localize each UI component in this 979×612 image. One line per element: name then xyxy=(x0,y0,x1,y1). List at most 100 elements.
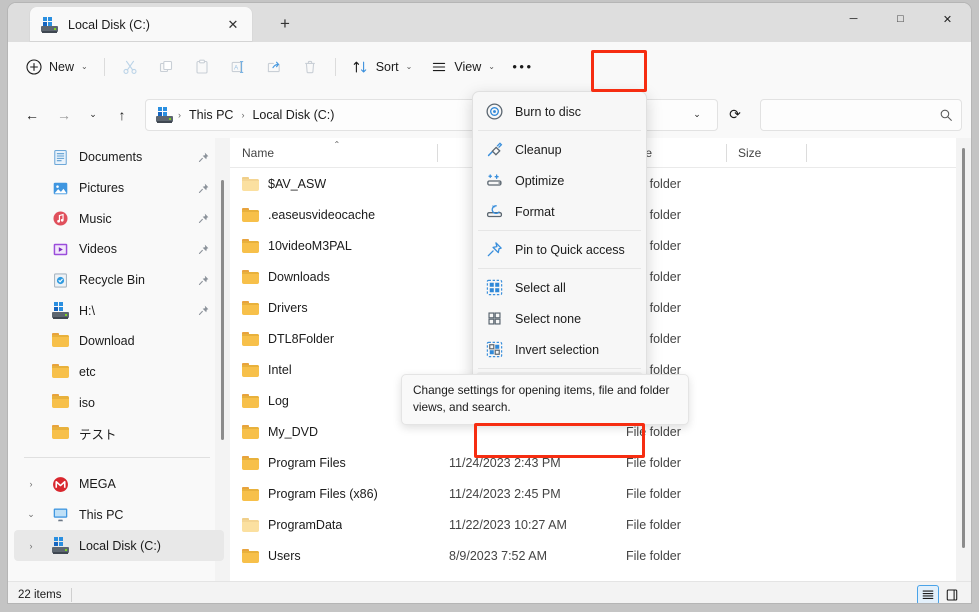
sort-button-label: Sort xyxy=(376,60,399,74)
sidebar-item-etc[interactable]: etc xyxy=(14,357,224,388)
chevron-icon[interactable]: › xyxy=(24,541,38,551)
table-row[interactable]: ProgramData 11/22/2023 10:27 AM File fol… xyxy=(230,509,971,540)
drive-icon xyxy=(52,537,69,554)
sidebar-item-recycle-bin[interactable]: Recycle Bin xyxy=(14,265,224,296)
folder-icon xyxy=(242,487,259,501)
sidebar-item-iso[interactable]: iso xyxy=(14,388,224,419)
drive-icon xyxy=(156,107,174,123)
pin-icon[interactable] xyxy=(197,304,210,317)
menu-item-label: Burn to disc xyxy=(515,105,581,119)
delete-button[interactable] xyxy=(292,51,328,83)
pin-icon[interactable] xyxy=(197,274,210,287)
sidebar-item-label: テスト xyxy=(79,424,117,443)
file-name-cell: Program Files (x86) xyxy=(230,487,437,501)
column-header-name-label: Name xyxy=(242,146,274,160)
menu-item-label: Optimize xyxy=(515,174,564,188)
details-view-icon[interactable] xyxy=(917,585,939,604)
minimize-button[interactable]: ─ xyxy=(830,3,877,35)
file-name-cell: .easeusvideocache xyxy=(230,208,437,222)
menu-item-select-all[interactable]: Select all xyxy=(476,272,643,303)
file-name-cell: ProgramData xyxy=(230,518,437,532)
chevron-icon[interactable]: › xyxy=(24,479,38,489)
chevron-down-icon: ⌄ xyxy=(488,62,495,71)
sidebar-item-music[interactable]: Music xyxy=(14,203,224,234)
file-type-cell: File folder xyxy=(614,518,726,532)
new-tab-button[interactable]: + xyxy=(270,11,300,37)
file-name-label: Program Files xyxy=(268,456,346,470)
table-row[interactable]: Program Files (x86) 11/24/2023 2:45 PM F… xyxy=(230,478,971,509)
new-button[interactable]: New ⌄ xyxy=(16,51,97,83)
copy-button[interactable] xyxy=(148,51,184,83)
rename-button[interactable]: A xyxy=(220,51,256,83)
sidebar-item-documents[interactable]: Documents xyxy=(14,142,224,173)
file-name-label: Users xyxy=(268,549,301,563)
sidebar-item-pictures[interactable]: Pictures xyxy=(14,173,224,204)
pin-icon[interactable] xyxy=(197,151,210,164)
file-type-cell: File folder xyxy=(614,549,726,563)
pin-icon xyxy=(485,240,504,259)
cleanup-brush-icon xyxy=(485,140,504,159)
forward-button[interactable]: → xyxy=(49,100,79,130)
sort-button[interactable]: Sort ⌄ xyxy=(343,51,422,83)
back-button[interactable]: ← xyxy=(17,100,47,130)
share-button[interactable] xyxy=(256,51,292,83)
preview-pane-icon[interactable] xyxy=(941,585,963,604)
breadcrumb-item-this-pc[interactable]: This PC xyxy=(183,105,239,125)
close-icon[interactable]: ✕ xyxy=(222,14,244,36)
sidebar-item-h[interactable]: H:\ xyxy=(14,295,224,326)
see-more-button[interactable]: ••• xyxy=(504,51,542,83)
optimize-icon xyxy=(485,171,504,190)
search-icon[interactable] xyxy=(939,108,953,122)
maximize-button[interactable]: □ xyxy=(877,3,924,35)
folder-icon xyxy=(52,364,69,381)
view-button[interactable]: View ⌄ xyxy=(421,51,504,83)
column-header-size[interactable]: Size xyxy=(726,138,806,168)
menu-divider xyxy=(478,130,641,131)
recent-locations-button[interactable]: ⌄ xyxy=(81,100,105,130)
column-header-blank[interactable] xyxy=(806,138,886,168)
folder-icon xyxy=(242,332,259,346)
close-window-button[interactable]: ✕ xyxy=(924,3,971,35)
search-box[interactable] xyxy=(760,99,962,131)
file-name-label: .easeusvideocache xyxy=(268,208,375,222)
menu-item-invert-selection[interactable]: Invert selection xyxy=(476,334,643,365)
table-row[interactable]: Program Files 11/24/2023 2:43 PM File fo… xyxy=(230,447,971,478)
file-explorer-window: Local Disk (C:) ✕ + ─ □ ✕ New ⌄ xyxy=(8,3,971,603)
column-header-name[interactable]: Name ⌃ xyxy=(230,138,437,168)
sidebar-scrollbar[interactable] xyxy=(219,180,226,440)
breadcrumb-dropdown-button[interactable]: ⌄ xyxy=(685,100,709,130)
menu-item-burn-to-disc[interactable]: Burn to disc xyxy=(476,96,643,127)
menu-item-format[interactable]: Format xyxy=(476,196,643,227)
menu-item-cleanup[interactable]: Cleanup xyxy=(476,134,643,165)
folder-icon xyxy=(242,301,259,315)
pin-icon[interactable] xyxy=(197,212,210,225)
cut-button[interactable] xyxy=(112,51,148,83)
sidebar-scrollbar-thumb[interactable] xyxy=(221,180,224,440)
file-list-scrollbar-thumb[interactable] xyxy=(962,148,965,548)
breadcrumb-item-local-disk[interactable]: Local Disk (C:) xyxy=(246,105,340,125)
search-input[interactable] xyxy=(769,108,939,122)
menu-item-optimize[interactable]: Optimize xyxy=(476,165,643,196)
new-button-label: New xyxy=(49,60,74,74)
file-type-cell: File folder xyxy=(614,425,726,439)
menu-item-select-none[interactable]: Select none xyxy=(476,303,643,334)
sidebar-item-videos[interactable]: Videos xyxy=(14,234,224,265)
sidebar-item-mega[interactable]: › MEGA xyxy=(14,469,224,500)
browser-tab-local-disk[interactable]: Local Disk (C:) ✕ xyxy=(30,7,252,42)
sidebar-item-download[interactable]: Download xyxy=(14,326,224,357)
menu-divider xyxy=(478,230,641,231)
sidebar-item-this-pc[interactable]: ⌄ This PC xyxy=(14,500,224,531)
up-button[interactable]: ↑ xyxy=(107,100,137,130)
refresh-button[interactable]: ⟳ xyxy=(720,100,750,130)
pin-icon[interactable] xyxy=(197,182,210,195)
sidebar-item-local-disk-c[interactable]: › Local Disk (C:) xyxy=(14,530,224,561)
sidebar-item-item[interactable]: テスト xyxy=(14,418,224,449)
paste-button[interactable] xyxy=(184,51,220,83)
pin-icon[interactable] xyxy=(197,243,210,256)
table-row[interactable]: Users 8/9/2023 7:52 AM File folder xyxy=(230,540,971,571)
file-name-label: Downloads xyxy=(268,270,330,284)
menu-item-pin-to-quick-access[interactable]: Pin to Quick access xyxy=(476,234,643,265)
file-name-cell: Downloads xyxy=(230,270,437,284)
chevron-icon[interactable]: ⌄ xyxy=(24,509,38,520)
file-name-label: My_DVD xyxy=(268,425,318,439)
